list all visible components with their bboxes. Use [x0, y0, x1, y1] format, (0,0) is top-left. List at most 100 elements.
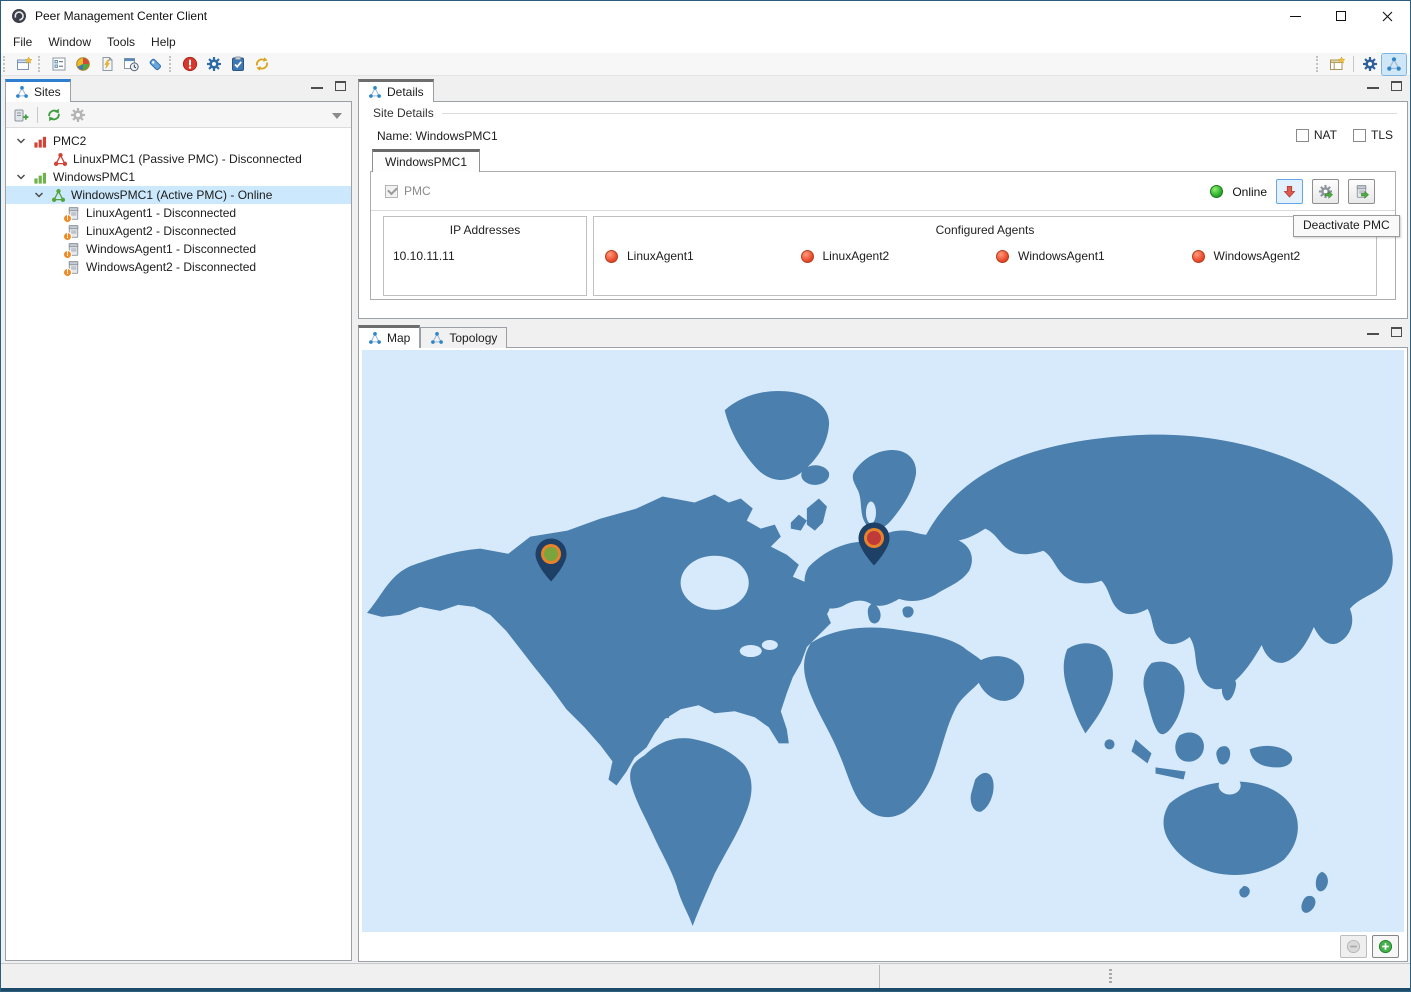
- chevron-down-icon[interactable]: [14, 170, 28, 184]
- profiles-icon: [51, 56, 67, 72]
- tab-details[interactable]: Details: [358, 79, 434, 102]
- alerts-button[interactable]: [178, 54, 202, 75]
- panel-maximize-icon[interactable]: [335, 81, 346, 91]
- toolbar-separator: [1353, 56, 1354, 72]
- sync-button[interactable]: [250, 54, 274, 75]
- tls-checkbox[interactable]: [1353, 129, 1366, 142]
- pmc-label: PMC: [404, 184, 431, 198]
- deploy-agents-button[interactable]: [1348, 179, 1375, 204]
- toolbar-separator: [37, 107, 38, 123]
- pmc-online-icon: [51, 188, 66, 203]
- details-panel: Details Site Details Name: WindowsPMC1 N…: [358, 77, 1408, 319]
- menu-file[interactable]: File: [5, 32, 40, 52]
- tags-button[interactable]: [143, 54, 167, 75]
- warning-badge-icon: !: [63, 214, 72, 223]
- deactivate-pmc-button[interactable]: [1276, 179, 1303, 204]
- status-bar: [1, 963, 1410, 990]
- configured-agents-title: Configured Agents: [594, 217, 1376, 237]
- minimize-button[interactable]: [1272, 1, 1318, 31]
- tab-sites-label: Sites: [34, 85, 61, 99]
- power-job-button[interactable]: [95, 54, 119, 75]
- tree-row-label: LinuxAgent2 - Disconnected: [86, 224, 236, 238]
- pie-chart-icon: [75, 56, 91, 72]
- map-pin-north-america[interactable]: [533, 537, 569, 583]
- tree-row-linuxagent1[interactable]: ! LinuxAgent1 - Disconnected: [6, 204, 351, 222]
- tab-map-label: Map: [387, 331, 410, 345]
- section-rule: [442, 113, 1397, 114]
- close-button[interactable]: [1364, 1, 1410, 31]
- tasks-button[interactable]: [226, 54, 250, 75]
- tab-sites[interactable]: Sites: [5, 79, 71, 102]
- edit-configuration-button[interactable]: [1312, 179, 1339, 204]
- agent-name: WindowsAgent1: [1018, 249, 1105, 263]
- status-splitter-grip[interactable]: [1109, 969, 1112, 983]
- menu-bar: File Window Tools Help: [1, 31, 1410, 53]
- nat-checkbox[interactable]: [1296, 129, 1309, 142]
- chevron-down-icon[interactable]: [32, 188, 46, 202]
- refresh-button[interactable]: [42, 104, 66, 126]
- gear-green-arrow-icon: [1318, 184, 1333, 199]
- menu-tools[interactable]: Tools: [99, 32, 143, 52]
- panel-maximize-icon[interactable]: [1391, 327, 1402, 337]
- chevron-down-icon[interactable]: [14, 134, 28, 148]
- profiles-button[interactable]: [47, 54, 71, 75]
- dashboard-button[interactable]: [71, 54, 95, 75]
- panel-maximize-icon[interactable]: [1391, 81, 1402, 91]
- add-site-button[interactable]: [9, 104, 33, 126]
- online-status-label: Online: [1232, 185, 1267, 199]
- map-pin-europe[interactable]: [856, 521, 892, 567]
- pmc-offline-icon: [53, 152, 68, 167]
- nat-label: NAT: [1314, 128, 1337, 142]
- tls-checkbox-row: TLS: [1353, 128, 1393, 142]
- tree-row-linuxpmc1[interactable]: LinuxPMC1 (Passive PMC) - Disconnected: [6, 150, 351, 168]
- schedule-button[interactable]: [119, 54, 143, 75]
- tree-row-windowsagent1[interactable]: ! WindowsAgent1 - Disconnected: [6, 240, 351, 258]
- network-triangle-icon: [368, 331, 382, 345]
- tab-windowspmc1[interactable]: WindowsPMC1: [372, 149, 480, 172]
- site-offline-icon: [33, 134, 48, 149]
- window-title: Peer Management Center Client: [35, 9, 207, 23]
- tree-row-label: LinuxAgent1 - Disconnected: [86, 206, 236, 220]
- panel-minimize-icon[interactable]: [1367, 84, 1379, 89]
- toolbar-grip: [169, 56, 176, 72]
- settings-perspective-button[interactable]: [1358, 54, 1382, 75]
- open-perspective-button[interactable]: [1325, 54, 1349, 75]
- agent-offline-status-icon: [1192, 250, 1205, 263]
- map-panel: Map Topology: [358, 323, 1408, 962]
- tab-topology-label: Topology: [449, 331, 497, 345]
- tree-row-linuxagent2[interactable]: ! LinuxAgent2 - Disconnected: [6, 222, 351, 240]
- tab-map[interactable]: Map: [358, 325, 420, 348]
- tree-row-pmc2[interactable]: PMC2: [6, 132, 351, 150]
- status-divider: [879, 965, 880, 989]
- title-bar: Peer Management Center Client: [1, 1, 1410, 31]
- new-window-button[interactable]: [12, 54, 36, 75]
- sites-tree: PMC2 LinuxPMC1 (Passive PMC) - Disconnec…: [6, 128, 351, 276]
- agent-name: LinuxAgent1: [627, 249, 694, 263]
- panel-minimize-icon[interactable]: [311, 84, 323, 89]
- zoom-out-icon: [1346, 939, 1361, 954]
- tree-row-windowspmc1-active[interactable]: WindowsPMC1 (Active PMC) - Online: [6, 186, 351, 204]
- warning-badge-icon: !: [63, 232, 72, 241]
- tab-topology[interactable]: Topology: [420, 327, 507, 348]
- tab-windowspmc1-label: WindowsPMC1: [385, 155, 467, 169]
- menu-window[interactable]: Window: [40, 32, 99, 52]
- agent-item: LinuxAgent1: [594, 249, 790, 263]
- tree-row-windowsagent2[interactable]: ! WindowsAgent2 - Disconnected: [6, 258, 351, 276]
- view-menu-button[interactable]: [332, 108, 342, 122]
- tree-row-label: WindowsAgent2 - Disconnected: [86, 260, 256, 274]
- open-perspective-icon: [1329, 56, 1345, 72]
- minimize-icon: [1290, 16, 1301, 17]
- zoom-in-button[interactable]: [1372, 935, 1399, 958]
- panel-minimize-icon[interactable]: [1367, 330, 1379, 335]
- gear-icon: [1362, 56, 1378, 72]
- network-perspective-button[interactable]: [1382, 54, 1406, 75]
- sync-icon: [254, 56, 270, 72]
- menu-help[interactable]: Help: [143, 32, 184, 52]
- zoom-out-button: [1340, 935, 1367, 958]
- tree-row-windowspmc1-site[interactable]: WindowsPMC1: [6, 168, 351, 186]
- clipboard-check-icon: [230, 56, 246, 72]
- maximize-button[interactable]: [1318, 1, 1364, 31]
- world-map: [362, 350, 1404, 932]
- tag-icon: [147, 56, 163, 72]
- preferences-button[interactable]: [202, 54, 226, 75]
